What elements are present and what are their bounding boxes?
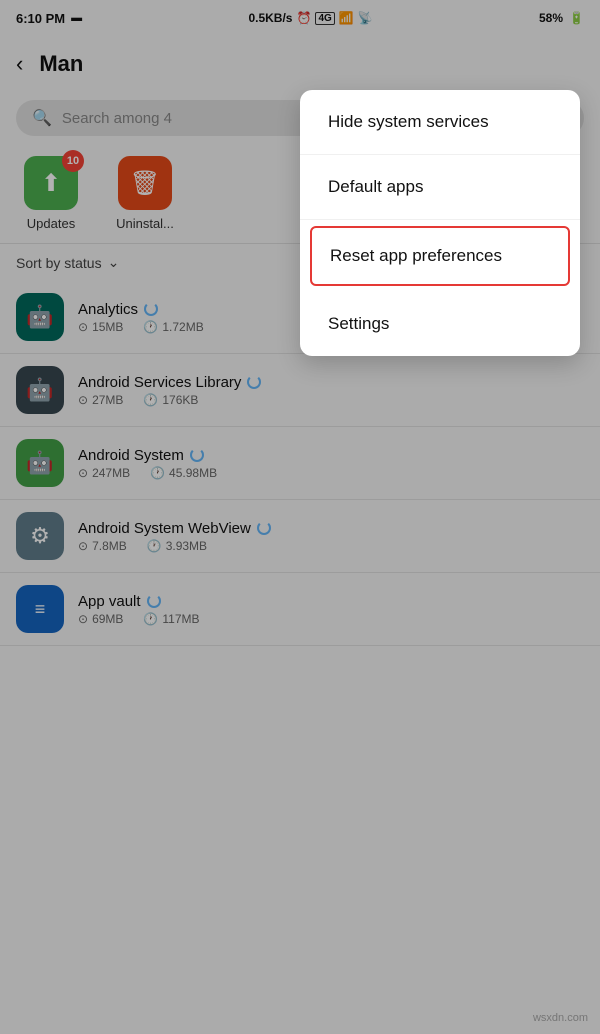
menu-item-reset-preferences[interactable]: Reset app preferences [310, 226, 570, 286]
dropdown-menu: Hide system services Default apps Reset … [300, 90, 580, 356]
menu-item-settings[interactable]: Settings [300, 292, 580, 356]
menu-item-default-apps[interactable]: Default apps [300, 155, 580, 220]
menu-item-hide-system[interactable]: Hide system services [300, 90, 580, 155]
